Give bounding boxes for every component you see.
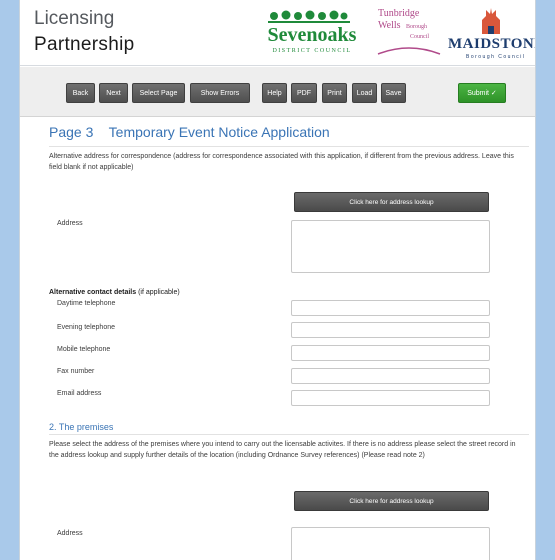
show-errors-button[interactable]: Show Errors — [190, 83, 250, 103]
fax-number-input[interactable] — [291, 368, 490, 384]
load-button[interactable]: Load — [352, 83, 377, 103]
maidstone-logo: MAIDSTONE Borough Council — [448, 6, 536, 62]
section-divider — [49, 434, 529, 435]
premises-address-label: Address — [57, 530, 83, 537]
alt-address-instructions: Alternative address for correspondence (… — [49, 153, 514, 171]
select-page-button[interactable]: Select Page — [132, 83, 185, 103]
evening-telephone-input[interactable] — [291, 322, 490, 338]
daytime-telephone-label: Daytime telephone — [57, 300, 116, 307]
alt-contact-bold-label: Alternative contact details — [49, 289, 137, 296]
email-address-label: Email address — [57, 390, 102, 397]
premises-instructions: Please select the address of the premise… — [49, 441, 516, 459]
tunbridge-wells-logo: Tunbridge Wells Borough Council — [376, 6, 444, 62]
mobile-telephone-input[interactable] — [291, 345, 490, 361]
fax-number-label: Fax number — [57, 368, 95, 375]
brand-subtitle: Partnership — [34, 34, 135, 55]
address-label: Address — [57, 220, 83, 227]
alt-contact-suffix: (if applicable) — [136, 289, 180, 296]
premises-address-lookup-button[interactable]: Click here for address lookup — [294, 491, 489, 511]
alt-contact-heading: Alternative contact details (if applicab… — [49, 289, 180, 296]
section-premises-title: 2. The premises — [49, 422, 114, 432]
maidstone-subtitle: Borough Council — [466, 54, 526, 60]
email-address-input[interactable] — [291, 390, 490, 406]
tunbridge-line4: Council — [410, 34, 429, 40]
site-header: Licensing Partnership Sevenoaks DISTRICT… — [20, 0, 536, 66]
tunbridge-line1: Tunbridge — [378, 8, 420, 19]
help-button[interactable]: Help — [262, 83, 287, 103]
brand-title: Licensing — [34, 8, 115, 29]
form-toolbar: Back Next Select Page Show Errors Help P… — [20, 67, 535, 117]
sevenoaks-subtitle: DISTRICT COUNCIL — [272, 48, 352, 54]
submit-button[interactable]: Submit ✓ — [458, 83, 506, 103]
address-lookup-button[interactable]: Click here for address lookup — [294, 192, 489, 212]
maidstone-crest-icon — [482, 8, 500, 34]
daytime-telephone-input[interactable] — [291, 300, 490, 316]
page-title: Page 3 Temporary Event Notice Applicatio… — [49, 124, 330, 140]
tunbridge-line2: Wells — [378, 20, 401, 31]
back-button[interactable]: Back — [66, 83, 95, 103]
save-button[interactable]: Save — [381, 83, 406, 103]
tunbridge-line3: Borough — [406, 24, 427, 30]
premises-address-textarea[interactable] — [291, 527, 490, 560]
form-page: Licensing Partnership Sevenoaks DISTRICT… — [19, 0, 536, 560]
tunbridge-swoosh-icon — [377, 47, 441, 55]
next-button[interactable]: Next — [99, 83, 128, 103]
sevenoaks-logo: Sevenoaks DISTRICT COUNCIL — [252, 10, 372, 60]
evening-telephone-label: Evening telephone — [57, 324, 115, 331]
pdf-button[interactable]: PDF — [291, 83, 317, 103]
print-button[interactable]: Print — [322, 83, 347, 103]
title-divider — [49, 146, 529, 147]
address-textarea[interactable] — [291, 220, 490, 273]
maidstone-name: MAIDSTONE — [448, 36, 536, 52]
sevenoaks-name: Sevenoaks — [267, 24, 357, 46]
sevenoaks-trees-icon — [268, 10, 350, 23]
mobile-telephone-label: Mobile telephone — [57, 346, 111, 353]
